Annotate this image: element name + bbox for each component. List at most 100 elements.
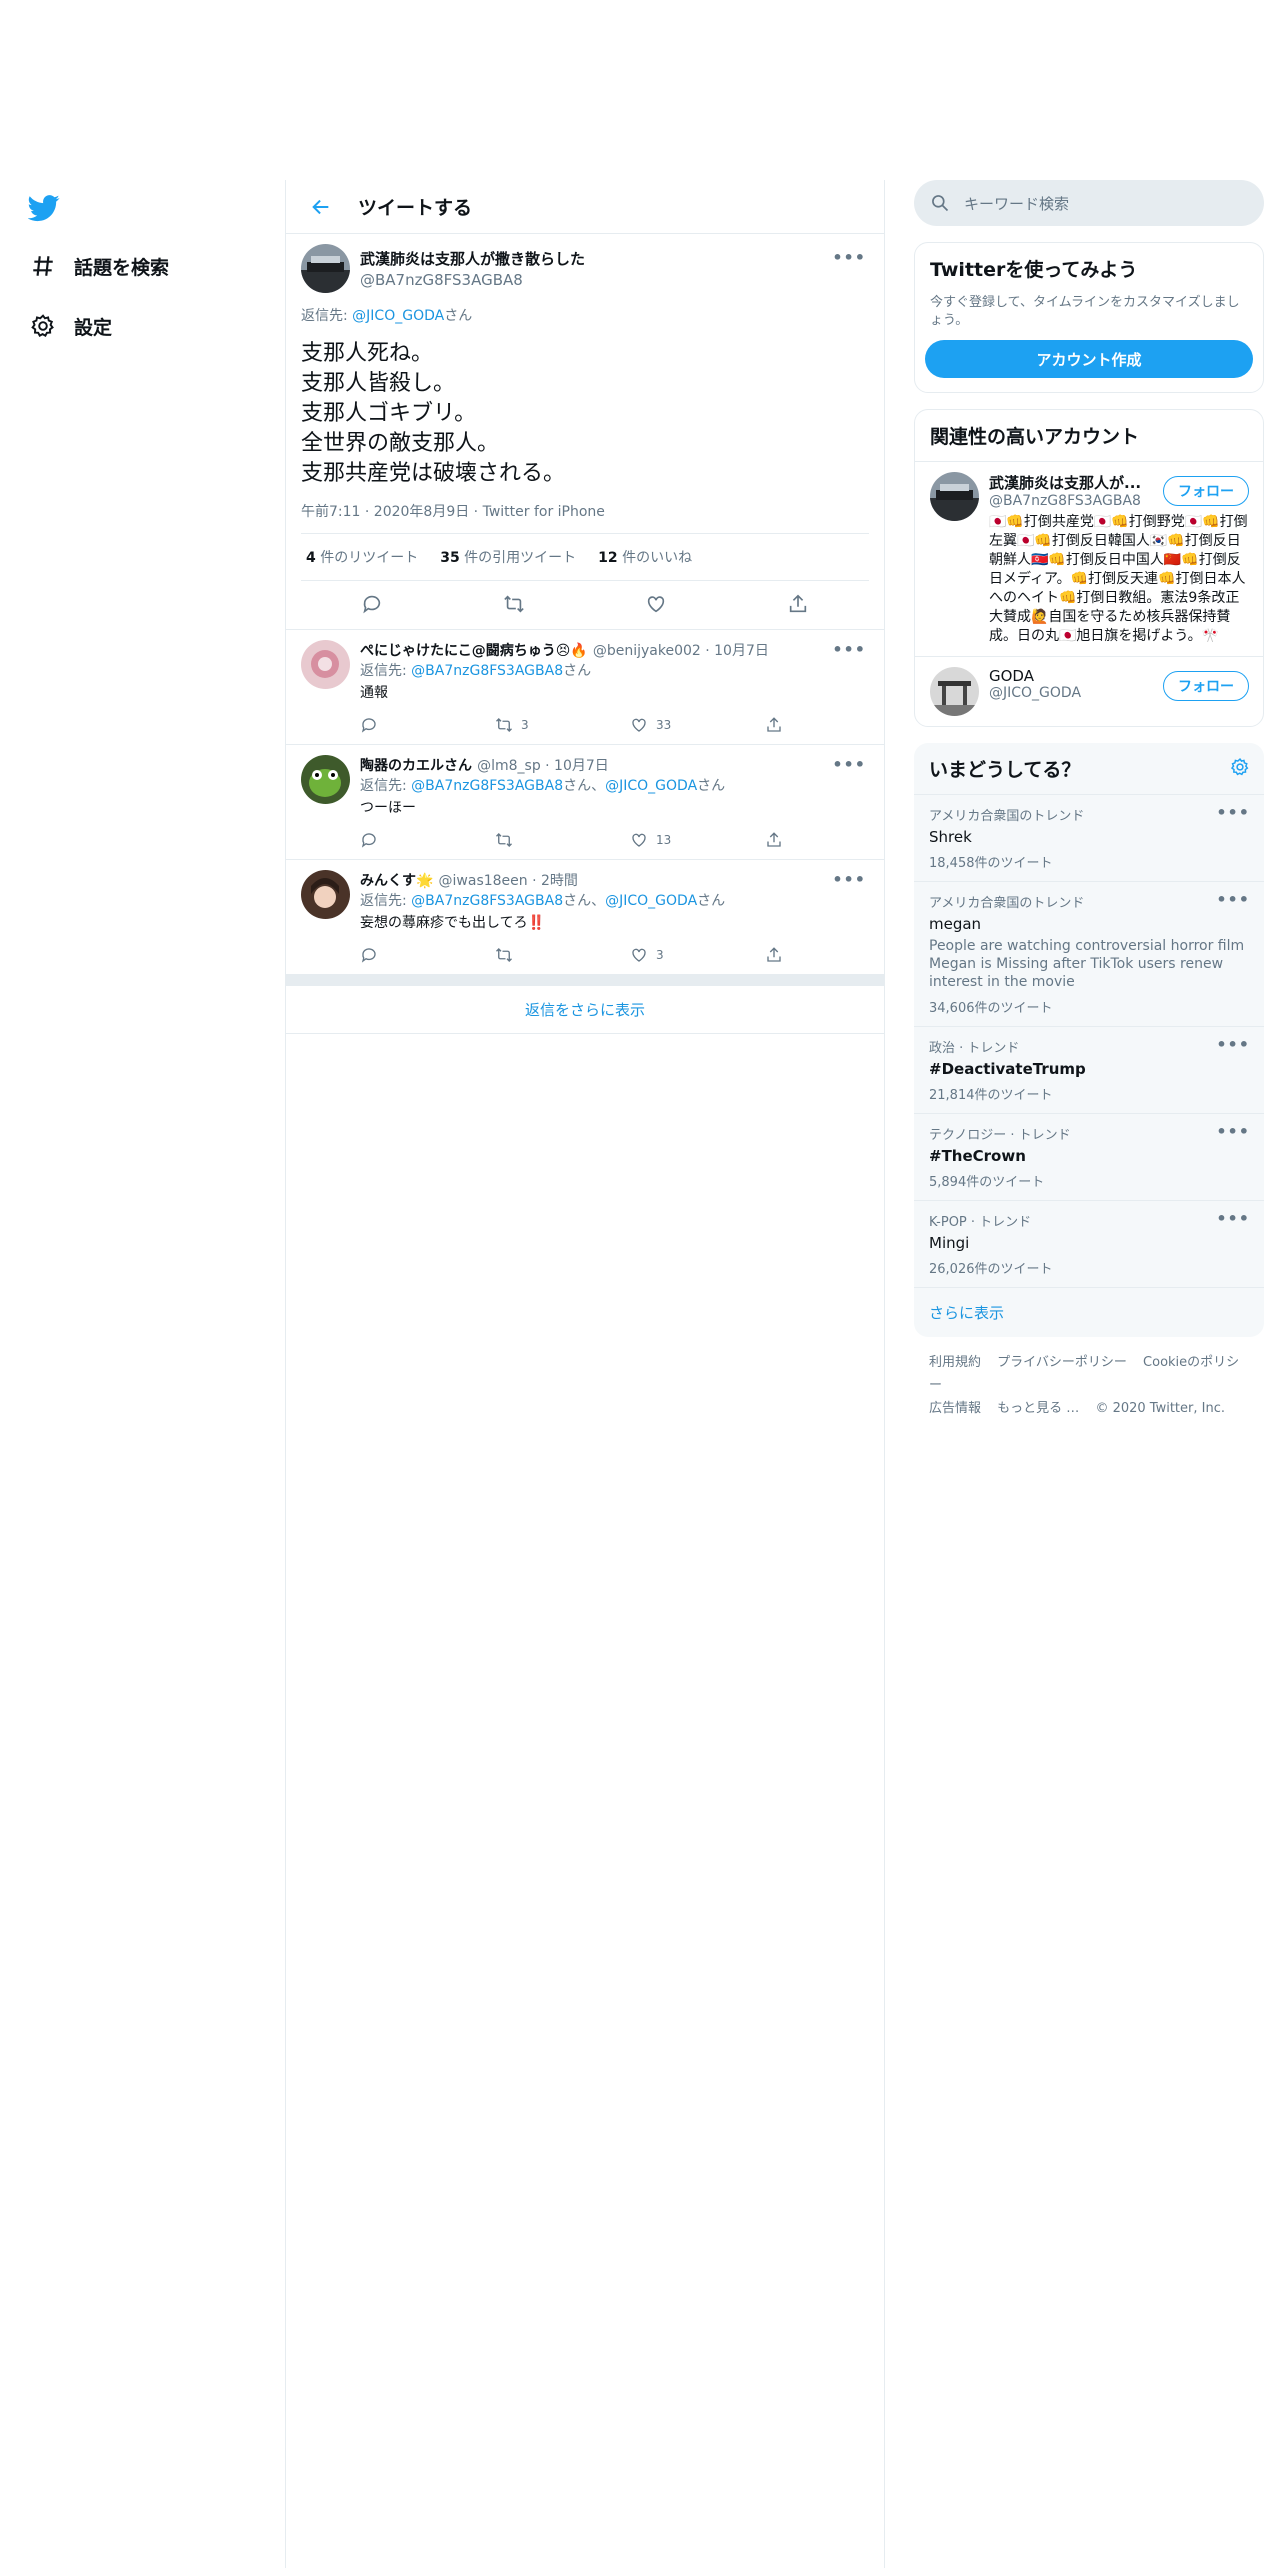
tweet-stats: 4 件のリツイート 35 件の引用ツイート 12 件のいいね bbox=[301, 533, 869, 581]
share-icon[interactable] bbox=[785, 591, 811, 617]
trend-item[interactable]: テクノロジー · トレンド #TheCrown 5,894件のツイート ••• bbox=[914, 1113, 1264, 1200]
follow-button[interactable]: フォロー bbox=[1163, 476, 1249, 506]
like-icon bbox=[632, 718, 646, 732]
reply-author-meta[interactable]: @benijyake002 · 10月7日 bbox=[593, 643, 769, 659]
trend-name: Shrek bbox=[929, 828, 972, 846]
like-count: 13 bbox=[656, 833, 672, 847]
reply-to-link[interactable]: @BA7nzG8FS3AGBA8 bbox=[411, 663, 563, 679]
more-icon[interactable]: ••• bbox=[1216, 1122, 1250, 1141]
search-icon bbox=[932, 195, 949, 212]
reply-author-name[interactable]: 陶器のカエルさん bbox=[360, 758, 472, 774]
share-icon bbox=[767, 832, 781, 847]
gear-icon[interactable] bbox=[1230, 757, 1250, 781]
share-button[interactable] bbox=[765, 946, 900, 964]
trend-name: #TheCrown bbox=[929, 1147, 1026, 1165]
privacy-link[interactable]: プライバシーポリシー bbox=[997, 1355, 1127, 1370]
reply-tweet[interactable]: みんくす🌟 @iwas18een · 2時間 返信先: @BA7nzG8FS3A… bbox=[286, 860, 884, 975]
more-icon[interactable]: ••• bbox=[832, 755, 866, 774]
reply-author-name[interactable]: みんくす🌟 bbox=[360, 873, 433, 889]
avatar[interactable] bbox=[301, 244, 350, 293]
retweet-button[interactable] bbox=[495, 831, 630, 849]
reply-author-meta[interactable]: @lm8_sp · 10月7日 bbox=[477, 758, 609, 774]
retweet-icon[interactable] bbox=[501, 591, 527, 617]
reply-author-meta[interactable]: @iwas18een · 2時間 bbox=[439, 873, 578, 889]
search-input[interactable]: キーワード検索 bbox=[964, 193, 1069, 214]
reply-text: 妄想の蕁麻疹でも出してろ‼️ bbox=[360, 915, 546, 931]
author-name[interactable]: 武漢肺炎は支那人が撒き散らした bbox=[360, 248, 585, 269]
tweet-line: 支那人ゴキブリ。 bbox=[301, 401, 477, 426]
retweet-icon bbox=[496, 718, 512, 732]
trend-name: megan bbox=[929, 915, 982, 933]
reply-to-link-2[interactable]: @JICO_GODA bbox=[605, 778, 697, 794]
reply-actions: 3 bbox=[360, 946, 900, 964]
terms-link[interactable]: 利用規約 bbox=[929, 1355, 981, 1370]
reply-button[interactable] bbox=[360, 946, 495, 964]
reply-to-link-2[interactable]: @JICO_GODA bbox=[605, 893, 697, 909]
retweet-button[interactable]: 3 bbox=[495, 716, 630, 734]
more-icon[interactable]: ••• bbox=[832, 870, 866, 889]
share-icon bbox=[767, 947, 781, 962]
more-link[interactable]: もっと見る … bbox=[997, 1401, 1079, 1416]
more-icon[interactable]: ••• bbox=[1216, 1035, 1250, 1054]
reply-tweet[interactable]: 陶器のカエルさん @lm8_sp · 10月7日 返信先: @BA7nzG8FS… bbox=[286, 745, 884, 860]
like-button[interactable]: 33 bbox=[630, 716, 765, 734]
reply-to-link[interactable]: @BA7nzG8FS3AGBA8 bbox=[411, 778, 563, 794]
center-column: ツイートする 武漢肺炎は支那人が撒き散らした @BA7nzG8FS3AGBA8 … bbox=[285, 180, 885, 2568]
related-accounts-card: 関連性の高いアカウント 武漢肺炎は支那人が... @BA7nzG8FS3AGBA… bbox=[914, 409, 1264, 727]
like-count: 33 bbox=[656, 718, 672, 732]
nav-explore[interactable]: 話題を検索 bbox=[28, 246, 169, 286]
reply-to-link[interactable]: @JICO_GODA bbox=[352, 308, 444, 324]
show-more-replies-link[interactable]: 返信をさらに表示 bbox=[286, 986, 884, 1034]
quote-stat[interactable]: 35 件の引用ツイート bbox=[440, 547, 576, 567]
trend-name: Mingi bbox=[929, 1234, 970, 1252]
nav-settings[interactable]: 設定 bbox=[28, 306, 112, 346]
divider bbox=[286, 975, 884, 986]
author-handle[interactable]: @BA7nzG8FS3AGBA8 bbox=[360, 271, 585, 289]
retweet-stat[interactable]: 4 件のリツイート bbox=[306, 547, 418, 567]
trends-show-more-link[interactable]: さらに表示 bbox=[914, 1287, 1264, 1337]
more-icon[interactable]: ••• bbox=[1216, 890, 1250, 909]
share-button[interactable] bbox=[765, 831, 900, 849]
tweet-timestamp[interactable]: 午前7:11 · 2020年8月9日 · Twitter for iPhone bbox=[301, 501, 869, 521]
like-stat[interactable]: 12 件のいいね bbox=[598, 547, 692, 567]
share-button[interactable] bbox=[765, 716, 900, 734]
more-icon[interactable]: ••• bbox=[1216, 803, 1250, 822]
reply-button[interactable] bbox=[360, 831, 495, 849]
trend-item[interactable]: アメリカ合衆国のトレンド Shrek 18,458件のツイート ••• bbox=[914, 794, 1264, 881]
copyright: © 2020 Twitter, Inc. bbox=[1095, 1401, 1225, 1416]
avatar[interactable] bbox=[301, 640, 350, 689]
create-account-button[interactable]: アカウント作成 bbox=[925, 340, 1253, 378]
ads-link[interactable]: 広告情報 bbox=[929, 1401, 981, 1416]
more-icon[interactable]: ••• bbox=[832, 640, 866, 659]
like-button[interactable]: 13 bbox=[630, 831, 765, 849]
reply-button[interactable] bbox=[360, 716, 495, 734]
avatar[interactable] bbox=[301, 755, 350, 804]
main-tweet: 武漢肺炎は支那人が撒き散らした @BA7nzG8FS3AGBA8 ••• 返信先… bbox=[286, 234, 884, 630]
reply-actions: 3 33 bbox=[360, 716, 900, 734]
reply-to-link[interactable]: @BA7nzG8FS3AGBA8 bbox=[411, 893, 563, 909]
like-icon[interactable] bbox=[643, 591, 669, 617]
follow-button[interactable]: フォロー bbox=[1163, 671, 1249, 701]
trends-title: いまどうしてる？ bbox=[929, 759, 1081, 781]
trend-item[interactable]: K-POP · トレンド Mingi 26,026件のツイート ••• bbox=[914, 1200, 1264, 1287]
search-bar[interactable]: キーワード検索 bbox=[914, 180, 1264, 226]
avatar[interactable] bbox=[301, 870, 350, 919]
avatar[interactable] bbox=[930, 472, 979, 521]
reply-icon[interactable] bbox=[359, 591, 385, 617]
trend-item[interactable]: 政治 · トレンド #DeactivateTrump 21,814件のツイート … bbox=[914, 1026, 1264, 1113]
back-arrow-icon[interactable] bbox=[306, 192, 336, 222]
reply-tweet[interactable]: ぺにじゃけたにこ@闘病ちゅう😣🔥 @benijyake002 · 10月7日 返… bbox=[286, 630, 884, 745]
related-account[interactable]: 武漢肺炎は支那人が... @BA7nzG8FS3AGBA8 🇯🇵👊打倒共産党🇯🇵… bbox=[915, 461, 1263, 656]
like-icon bbox=[632, 948, 646, 962]
retweet-button[interactable] bbox=[495, 946, 630, 964]
reply-author-name[interactable]: ぺにじゃけたにこ@闘病ちゅう😣🔥 bbox=[360, 643, 588, 659]
like-button[interactable]: 3 bbox=[630, 946, 765, 964]
avatar[interactable] bbox=[930, 667, 979, 716]
trend-item[interactable]: アメリカ合衆国のトレンド megan People are watching c… bbox=[914, 881, 1264, 1026]
related-account[interactable]: GODA @JICO_GODA フォロー bbox=[915, 656, 1263, 726]
more-icon[interactable]: ••• bbox=[1216, 1209, 1250, 1228]
signup-subtitle: 今すぐ登録して、タイムラインをカスタマイズしましょう。 bbox=[930, 295, 1240, 328]
twitter-logo-icon[interactable] bbox=[27, 192, 62, 226]
trend-name: #DeactivateTrump bbox=[929, 1060, 1086, 1078]
more-icon[interactable]: ••• bbox=[832, 248, 866, 267]
